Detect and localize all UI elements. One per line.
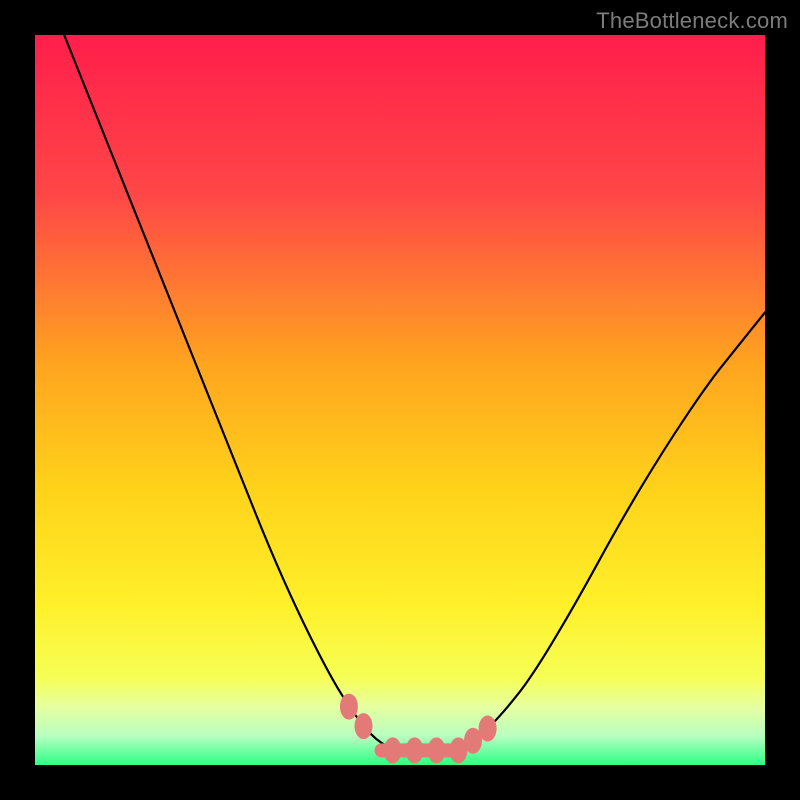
- watermark-text: TheBottleneck.com: [596, 8, 788, 34]
- optimal-marker: [355, 713, 373, 739]
- optimal-marker: [340, 694, 358, 720]
- plot-area: [35, 35, 765, 765]
- bottleneck-curve: [64, 35, 765, 750]
- chart-frame: TheBottleneck.com: [0, 0, 800, 800]
- optimal-marker: [479, 716, 497, 742]
- optimal-band-bar: [375, 743, 463, 757]
- curve-layer: [35, 35, 765, 765]
